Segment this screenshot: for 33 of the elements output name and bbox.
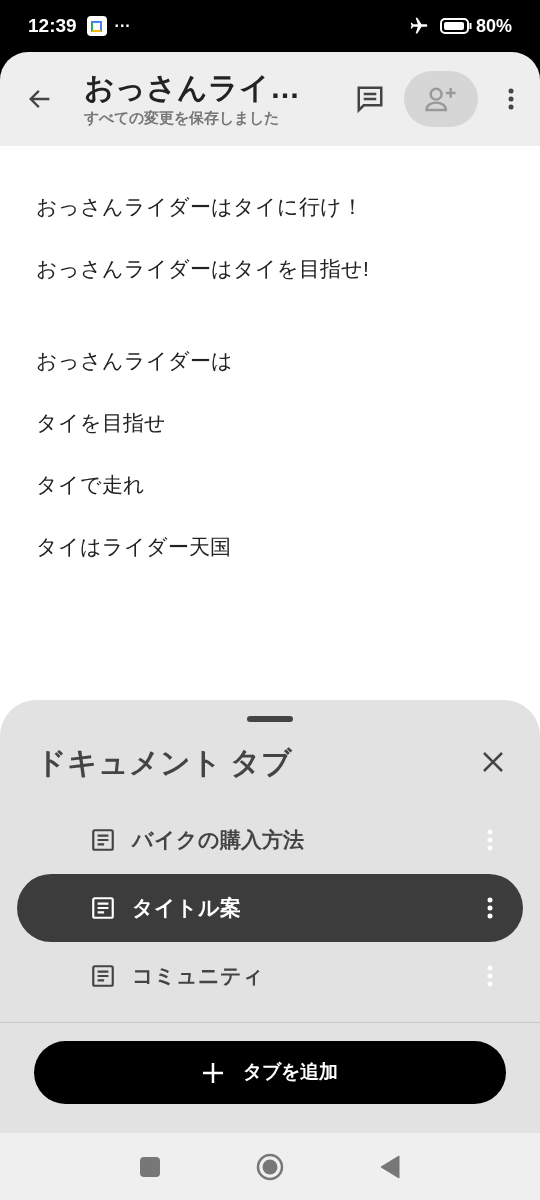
- document-paragraph: タイで走れ: [36, 472, 146, 498]
- clock: 12:39: [28, 13, 77, 38]
- battery-level: 80%: [475, 14, 512, 38]
- document-paragraph: タイを目指せ: [36, 410, 167, 436]
- document-icon: [90, 895, 116, 921]
- add-tab-button[interactable]: タブを追加: [34, 1041, 506, 1104]
- document-paragraph: タイはライダー天国: [36, 534, 232, 560]
- plus-icon: [202, 1062, 223, 1083]
- home-button[interactable]: [256, 1152, 284, 1181]
- document-paragraph: おっさんライダーは: [36, 348, 234, 374]
- close-icon[interactable]: [482, 751, 504, 773]
- sheet-title: ドキュメント タブ: [36, 744, 293, 781]
- more-icon[interactable]: [487, 896, 493, 920]
- back-button[interactable]: [380, 1154, 400, 1179]
- calendar-app-icon: [86, 16, 107, 36]
- share-button[interactable]: [404, 71, 478, 127]
- document-icon: [90, 963, 116, 989]
- tab-label: バイクの購入方法: [132, 827, 304, 854]
- recent-apps-button[interactable]: [140, 1156, 160, 1177]
- drag-handle[interactable]: [247, 716, 293, 722]
- tab-item[interactable]: コミュニティ: [17, 942, 523, 1010]
- save-status: すべての変更を保存しました: [84, 107, 280, 128]
- document-paragraph: おっさんライダーはタイを目指せ!: [36, 256, 370, 282]
- tab-label: コミュニティ: [132, 963, 264, 990]
- battery-icon: [439, 18, 472, 34]
- document-title: おっさんライ…: [84, 69, 300, 106]
- document-icon: [90, 827, 116, 853]
- more-icon[interactable]: [508, 87, 514, 111]
- more-notifications: ···: [114, 16, 131, 36]
- tab-label: タイトル案: [132, 895, 241, 922]
- tab-item[interactable]: バイクの購入方法: [17, 806, 523, 874]
- tab-item[interactable]: タイトル案: [17, 874, 523, 942]
- document-paragraph: おっさんライダーはタイに行け！: [36, 194, 364, 220]
